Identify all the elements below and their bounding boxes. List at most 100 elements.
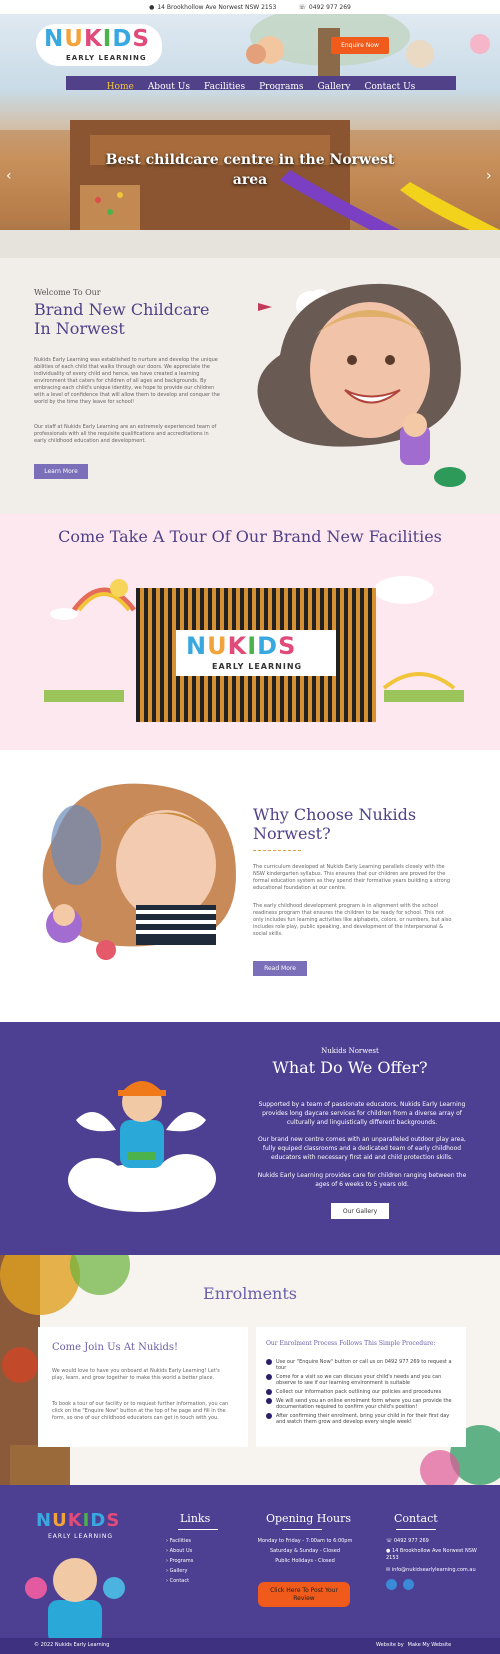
list-item: After confirming their enrolment, bring …	[266, 1413, 456, 1425]
footer-link-contact[interactable]: › Contact	[166, 1576, 193, 1586]
why-title: Why Choose Nukids Norwest?	[253, 805, 417, 843]
footer-links-list: › Facilities › About Us › Programs › Gal…	[166, 1536, 193, 1586]
footer-link-label: Facilities	[169, 1538, 192, 1544]
logo-letter: N	[36, 1510, 53, 1531]
footer-divider	[282, 1529, 322, 1530]
join-us-paragraph-1: We would love to have you onboard at Nuk…	[52, 1368, 220, 1381]
facebook-icon[interactable]	[403, 1579, 414, 1590]
step-bullet-icon	[266, 1374, 272, 1380]
footer-logo-subtitle: EARLY LEARNING	[48, 1533, 113, 1540]
footer-logo[interactable]: NUKIDS	[36, 1510, 120, 1531]
phone-icon: ☏	[298, 3, 306, 11]
step-bullet-icon	[266, 1389, 272, 1395]
footer-link-gallery[interactable]: › Gallery	[166, 1566, 193, 1576]
enrolments-title: Enrolments	[203, 1284, 297, 1303]
offer-paragraph-3: Nukids Early Learning provides care for …	[257, 1172, 467, 1188]
list-item: We will send you an online enrolment for…	[266, 1398, 456, 1410]
list-item: Use our "Enquire Now" button or call us …	[266, 1359, 456, 1371]
intro-paragraph-2: Our staff at Nukids Early Learning are a…	[34, 424, 217, 444]
learn-more-button[interactable]: Learn More	[34, 464, 88, 479]
intro-title: Brand New Childcare In Norwest	[34, 300, 210, 338]
logo-letter: K	[67, 1510, 83, 1531]
next-slide-arrow[interactable]: ›	[486, 168, 492, 184]
copyright: © 2022 Nukids Early Learning	[34, 1642, 110, 1648]
hours-line: Public Holidays - Closed	[275, 1558, 335, 1564]
phone-icon: ☏	[386, 1538, 393, 1544]
address-text: 14 Brookhollow Ave Norwest NSW 2153	[157, 3, 277, 11]
step-bullet-icon	[266, 1398, 272, 1404]
offer-kicker: Nukids Norwest	[321, 1047, 379, 1055]
hours-line: Saturday & Sunday - Closed	[269, 1548, 341, 1554]
phone-info[interactable]: ☏ 0492 977 269	[298, 4, 351, 11]
intro-paragraph-1: Nukids Early Learning was established to…	[34, 357, 220, 405]
step-text: We will send you an online enrolment for…	[276, 1398, 452, 1410]
logo-letter: N	[44, 26, 65, 52]
hours-line: Monday to Friday - 7:00am to 6:00pm	[257, 1538, 353, 1544]
footer-link-facilities[interactable]: › Facilities	[166, 1536, 193, 1546]
offer-paragraph-1: Supported by a team of passionate educat…	[258, 1101, 466, 1126]
step-bullet-icon	[266, 1413, 272, 1419]
map-pin-icon: ●	[149, 3, 155, 11]
why-child-photo	[42, 783, 236, 960]
footer-link-label: Programs	[169, 1558, 194, 1564]
logo-subtitle: EARLY LEARNING	[66, 54, 147, 62]
site-credit[interactable]: Website by Make My Website	[376, 1642, 451, 1648]
footer-link-label: Gallery	[169, 1568, 188, 1574]
logo-letter: U	[207, 632, 228, 660]
our-gallery-button[interactable]: Our Gallery	[331, 1203, 389, 1219]
logo-letter: D	[112, 26, 133, 52]
facility-sign-logo: NUKIDS	[186, 632, 296, 660]
list-item: Collect our information pack outlining o…	[266, 1389, 456, 1395]
offer-paragraph-2: Our brand new centre comes with an unpar…	[258, 1136, 466, 1161]
logo-letter: N	[186, 632, 208, 660]
read-more-button[interactable]: Read More	[253, 961, 307, 976]
step-text: Use our "Enquire Now" button or call us …	[276, 1359, 452, 1371]
logo-letter: D	[90, 1510, 107, 1531]
logo-letter: S	[278, 632, 297, 660]
prev-slide-arrow[interactable]: ‹	[6, 168, 12, 184]
process-steps: Use our "Enquire Now" button or call us …	[266, 1359, 456, 1428]
step-text: Collect our information pack outlining o…	[276, 1389, 442, 1395]
intro-kicker: Welcome To Our	[34, 288, 101, 297]
tour-title: Come Take A Tour Of Our Brand New Facili…	[58, 527, 442, 546]
footer-email[interactable]: ✉ info@nukidsearlylearning.com.au	[386, 1565, 486, 1575]
process-title: Our Enrolment Process Follows This Simpl…	[266, 1340, 436, 1347]
credit-text: Website by	[376, 1642, 404, 1648]
footer-email-text: info@nukidsearlylearning.com.au	[391, 1567, 476, 1573]
footer-contact-title: Contact	[394, 1512, 438, 1525]
footer-phone[interactable]: ☏ 0492 977 269	[386, 1536, 486, 1546]
title-divider	[253, 850, 301, 851]
logo-letter: K	[227, 632, 248, 660]
footer-contact-list: ☏ 0492 977 269 ● 14 Brookhollow Ave Norw…	[386, 1536, 486, 1590]
top-info-bar: ● 14 Brookhollow Ave Norwest NSW 2153 ☏ 04…	[0, 0, 500, 14]
step-text: After confirming their enrolment, bring …	[276, 1413, 450, 1425]
site-logo[interactable]: NUKIDS	[44, 26, 150, 52]
hero-headline: Best childcare centre in the Norwest are…	[105, 152, 395, 188]
logo-letter: D	[257, 632, 279, 660]
post-review-button[interactable]: Click Here To Post Your Review	[258, 1582, 350, 1607]
join-us-title: Come Join Us At Nukids!	[52, 1342, 179, 1353]
why-paragraph-1: The curriculum developed at Nukids Early…	[253, 864, 451, 891]
address-info[interactable]: ● 14 Brookhollow Ave Norwest NSW 2153	[149, 4, 276, 11]
footer-phone-text: 0492 977 269	[393, 1538, 429, 1544]
footer-link-about[interactable]: › About Us	[166, 1546, 193, 1556]
footer-address[interactable]: ● 14 Brookhollow Ave Norwest NSW 2153	[386, 1548, 486, 1562]
footer-hours-title: Opening Hours	[266, 1512, 351, 1525]
logo-letter: I	[102, 26, 113, 52]
logo-letter: K	[83, 26, 103, 52]
footer-link-label: Contact	[169, 1578, 190, 1584]
instagram-icon[interactable]	[386, 1579, 397, 1590]
logo-letter: U	[52, 1510, 68, 1531]
social-links	[386, 1579, 486, 1590]
footer-child-photo	[25, 1558, 125, 1644]
list-item: Come for a visit so we can discuss your …	[266, 1374, 456, 1386]
enquire-now-button[interactable]: Enquire Now	[331, 37, 389, 54]
footer-link-programs[interactable]: › Programs	[166, 1556, 193, 1566]
phone-text: 0492 977 269	[308, 3, 351, 11]
footer-address-text: 14 Brookhollow Ave Norwest NSW 2153	[386, 1548, 477, 1561]
facility-sign-subtitle: EARLY LEARNING	[212, 662, 303, 671]
footer-divider	[178, 1529, 218, 1530]
logo-letter: S	[132, 26, 150, 52]
why-paragraph-2: The early childhood development program …	[253, 903, 452, 937]
footer-link-label: About Us	[169, 1548, 193, 1554]
